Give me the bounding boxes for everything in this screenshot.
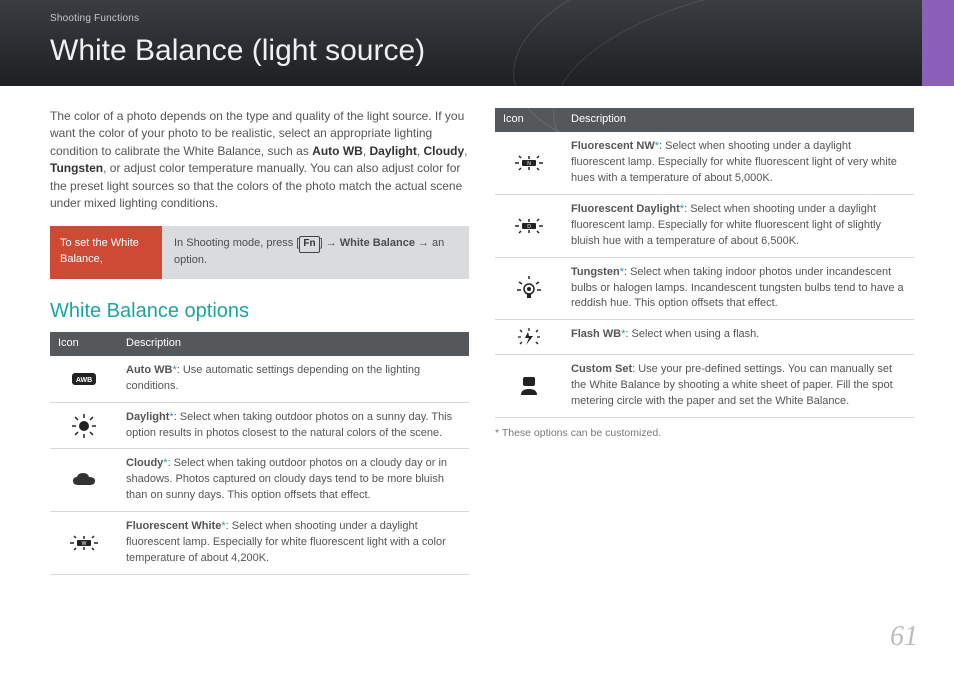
col-icon: Icon [50,332,118,356]
intro-paragraph: The color of a photo depends on the type… [50,108,469,212]
fluorescent-daylight-icon: D [495,194,563,257]
table-row: AWB Auto WB*: Use automatic settings dep… [50,356,469,402]
tungsten-icon [495,257,563,320]
cloudy-icon [50,449,118,512]
flash-wb-icon [495,320,563,355]
page-title: White Balance (light source) [50,29,914,73]
header-banner: Shooting Functions White Balance (light … [0,0,954,86]
table-row: Tungsten*: Select when taking indoor pho… [495,257,914,320]
table-row: Cloudy*: Select when taking outdoor phot… [50,449,469,512]
table-row: Daylight*: Select when taking outdoor ph… [50,402,469,449]
breadcrumb: Shooting Functions [50,12,914,27]
side-tab [922,0,954,86]
table-row: Custom Set: Use your pre-defined setting… [495,355,914,418]
fn-key-icon: Fn [299,236,319,253]
options-table-left: Icon Description AWB Auto WB*: Use autom… [50,332,469,575]
table-row: D Fluorescent Daylight*: Select when sho… [495,194,914,257]
svg-text:AWB: AWB [76,377,92,384]
footnote: * These options can be customized. [495,426,914,441]
table-row: Flash WB*: Select when using a flash. [495,320,914,355]
fluorescent-nw-icon: N [495,132,563,194]
daylight-icon [50,402,118,449]
custom-set-icon [495,355,563,418]
auto-wb-icon: AWB [50,356,118,402]
instruction-note: To set the White Balance, In Shooting mo… [50,226,469,278]
col-desc: Description [118,332,469,356]
note-body: In Shooting mode, press [Fn] → White Bal… [162,226,469,278]
options-heading: White Balance options [50,297,469,326]
page-number: 61 [890,617,918,658]
note-label: To set the White Balance, [50,226,162,278]
svg-text:N: N [527,161,531,167]
fluorescent-white-icon: W [50,512,118,575]
svg-text:D: D [527,224,531,230]
table-row: W Fluorescent White*: Select when shooti… [50,512,469,575]
svg-text:W: W [82,541,87,547]
